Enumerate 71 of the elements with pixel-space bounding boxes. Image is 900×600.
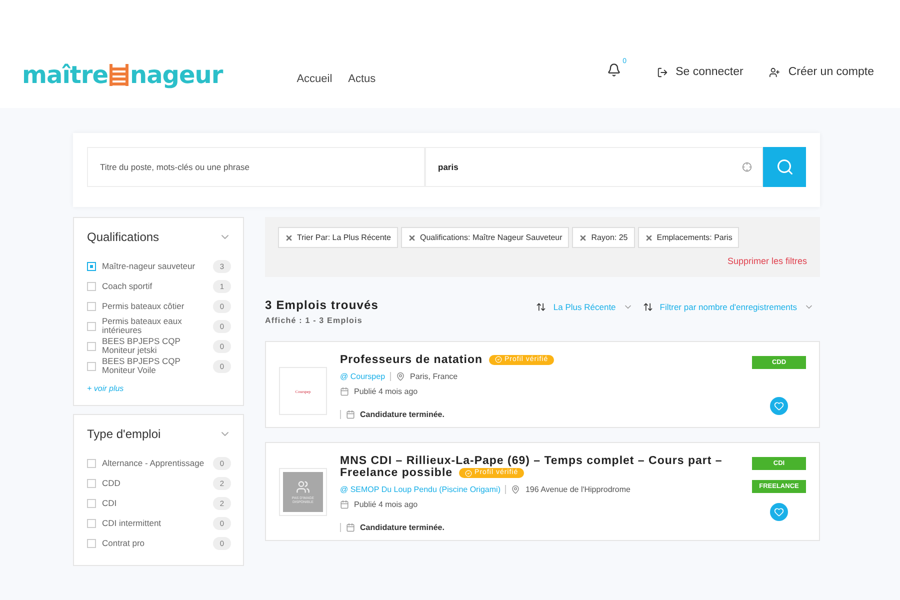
checkbox[interactable] [87,498,96,508]
checkbox[interactable] [87,342,96,350]
filter-title: Type d'emploi [87,427,161,441]
filter-option: Coach sportif [102,282,207,290]
filter-option: CDD [102,478,207,488]
logo-text: maître [22,61,108,89]
favorite-button[interactable] [770,503,788,522]
checkbox[interactable] [87,518,96,528]
checkbox[interactable] [87,362,96,370]
heart-icon [774,401,784,411]
filter-option: BEES BPJEPS CQP Moniteur jetski [102,337,207,355]
application-status: Candidature terminée. [360,410,444,420]
filter-option: Contrat pro [102,538,207,548]
register-link[interactable]: Créer un compte [769,66,874,78]
nav-link[interactable]: Actus [348,73,376,85]
results-title: 3 Emplois trouvés [265,298,379,312]
checkbox[interactable] [87,478,96,488]
filter-tag[interactable]: Rayon: 25 [572,227,635,248]
logout-icon [656,66,668,78]
filter-tag[interactable]: Qualifications: Maître Nageur Sauveteur [400,227,570,248]
job-location: 196 Avenue de l'Hipprodrome [525,485,630,494]
logo-text: nageur [130,61,223,89]
map-pin-icon [396,372,406,382]
checkbox[interactable] [87,458,96,468]
checkbox[interactable] [87,538,96,548]
calendar-icon [346,523,355,532]
bell-icon[interactable] [606,62,621,76]
search-button[interactable] [763,147,806,187]
search-icon [776,158,794,176]
filter-option: BEES BPJEPS CQP Moniteur Voile [102,357,207,375]
nav-link[interactable]: Accueil [296,73,332,85]
sort-icon [536,302,546,312]
close-icon [285,234,293,242]
application-status: Candidature terminée. [360,523,444,532]
published-date: Publié 4 mois ago [354,387,418,396]
favorite-button[interactable] [770,397,788,415]
filter-option: Permis bateaux côtier [102,302,207,310]
keyword-field[interactable]: Titre du poste, mots-clés ou une phrase [87,147,425,187]
checkbox[interactable] [87,302,96,310]
sort-icon [642,302,653,312]
calendar-icon [340,387,349,396]
locate-icon [742,162,752,172]
close-icon [579,234,588,242]
filter-tag[interactable]: Emplacements: Paris [638,227,740,248]
checkbox[interactable] [87,322,96,330]
job-location: Paris, France [410,372,458,382]
heart-icon [774,507,784,518]
checkbox[interactable] [87,262,96,270]
results-subtitle: Affiché : 1 - 3 Emplois [265,316,364,325]
calendar-icon [346,410,355,420]
close-icon [408,234,416,242]
filter-title: Qualifications [87,230,160,244]
check-icon [464,470,472,477]
filter-option: Maître-nageur sauveteur [102,262,207,270]
published-date: Publié 4 mois ago [354,500,418,510]
clear-filters-link[interactable]: Supprimer les filtres [727,256,807,266]
close-icon [644,234,653,242]
ladder-icon [108,63,130,87]
user-plus-icon [769,66,780,78]
check-icon [494,356,502,364]
people-icon [296,480,310,494]
location-field[interactable]: paris [425,147,763,187]
checkbox[interactable] [87,282,96,290]
filter-option: CDI intermittent [102,518,207,528]
filter-option: CDI [102,498,207,508]
filter-option: Alternance - Apprentissage [102,458,207,468]
map-pin-icon [511,485,520,494]
login-link[interactable]: Se connecter [656,66,744,78]
filter-option: Permis bateaux eaux intérieures [102,317,207,335]
calendar-icon [340,500,349,510]
filter-tag[interactable]: Trier Par: La Plus Récente [278,227,398,248]
